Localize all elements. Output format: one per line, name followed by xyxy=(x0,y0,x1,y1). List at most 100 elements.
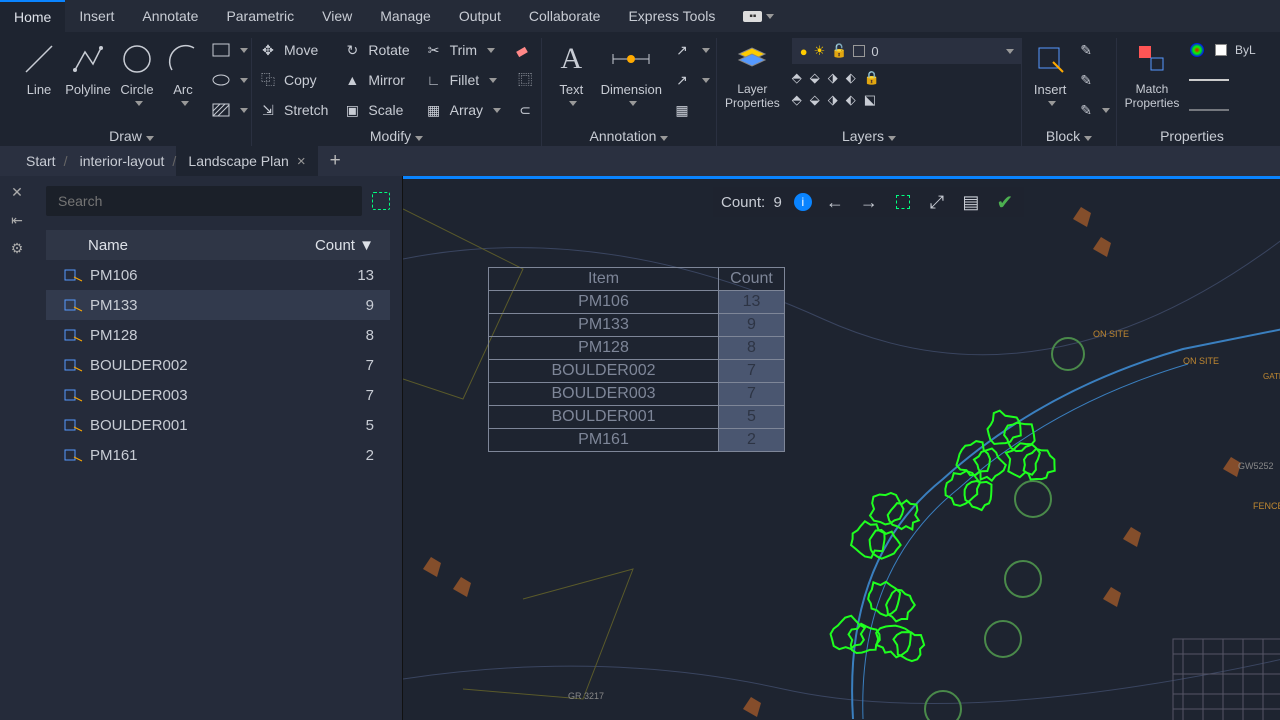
menu-tab-collaborate[interactable]: Collaborate xyxy=(515,0,615,32)
row-name: PM106 xyxy=(90,267,357,284)
menu-tab-output[interactable]: Output xyxy=(445,0,515,32)
tool-move[interactable]: ✥Move xyxy=(258,38,328,62)
tool-offset[interactable]: ⊂ xyxy=(515,98,535,122)
tool-table[interactable]: ▦ xyxy=(672,98,710,122)
tool-text-label: Text xyxy=(559,82,583,97)
tool-stretch[interactable]: ⇲Stretch xyxy=(258,98,328,122)
layer-tool-7[interactable]: ⬙ xyxy=(810,92,820,108)
tool-rotate[interactable]: ↻Rotate xyxy=(342,38,409,62)
tool-dimension[interactable]: Dimension xyxy=(599,38,664,108)
menu-tab-annotate[interactable]: Annotate xyxy=(128,0,212,32)
panel-settings-icon[interactable]: ⚙ xyxy=(9,240,25,256)
tool-leader2[interactable]: ↗ xyxy=(672,68,710,92)
tool-match-props[interactable]: Match Properties xyxy=(1123,38,1181,112)
prev-arrow-icon[interactable]: ← xyxy=(824,191,846,213)
panel-collapse-icon[interactable]: ⇤ xyxy=(9,212,25,228)
list-row[interactable]: BOULDER0027 xyxy=(46,350,390,380)
list-row[interactable]: BOULDER0015 xyxy=(46,410,390,440)
count-label: Count: 9 xyxy=(721,194,782,211)
list-row[interactable]: PM1288 xyxy=(46,320,390,350)
tool-circle[interactable]: Circle xyxy=(116,38,158,108)
next-arrow-icon[interactable]: → xyxy=(858,191,880,213)
info-icon[interactable]: i xyxy=(794,193,812,211)
layer-tool-5[interactable]: 🔒 xyxy=(864,70,880,86)
layer-tool-1[interactable]: ⬘ xyxy=(792,70,802,86)
panel-close-icon[interactable]: ✕ xyxy=(9,184,25,200)
doc-tab-start[interactable]: Start xyxy=(14,146,68,176)
filter-icon[interactable]: ⤢ xyxy=(926,191,948,213)
menu-tab-home[interactable]: Home xyxy=(0,0,65,32)
layer-tool-9[interactable]: ⬖ xyxy=(846,92,856,108)
tool-line[interactable]: Line xyxy=(18,38,60,99)
menu-tab-view[interactable]: View xyxy=(308,0,366,32)
prop-linetype[interactable] xyxy=(1189,98,1256,122)
list-row[interactable]: PM10613 xyxy=(46,260,390,290)
ribbon-group-props: Match Properties ByL Properties xyxy=(1117,38,1267,146)
ribbon-group-draw: Line Polyline Circle Arc Draw xyxy=(12,38,252,146)
tool-erase[interactable] xyxy=(515,38,535,62)
menu-tab-manage[interactable]: Manage xyxy=(366,0,445,32)
layer-tool-6[interactable]: ⬘ xyxy=(792,92,802,108)
tool-arc[interactable]: Arc xyxy=(162,38,204,108)
ct-item: PM128 xyxy=(489,337,719,360)
doc-tab-interior[interactable]: interior-layout xyxy=(68,146,177,176)
block-icon xyxy=(64,357,84,373)
ct-item: PM106 xyxy=(489,291,719,314)
ct-count: 7 xyxy=(719,383,785,406)
tool-fillet[interactable]: ∟Fillet xyxy=(424,68,501,92)
layer-tool-8[interactable]: ⬗ xyxy=(828,92,838,108)
ribbon-group-block: Insert ✎ ✎ ✎ Block xyxy=(1022,38,1117,146)
content-area: ✕ ⇤ ⚙ Name Count ▼ PM10613PM1339PM1288BO… xyxy=(0,176,1280,720)
prop-lineweight[interactable] xyxy=(1189,68,1256,92)
insert-table-icon[interactable]: ▤ xyxy=(960,191,982,213)
tool-match-label: Match Properties xyxy=(1125,82,1180,110)
menu-tab-express[interactable]: Express Tools xyxy=(614,0,729,32)
onsite-label: ON SITE xyxy=(1093,329,1129,339)
tool-edit[interactable]: ✎ xyxy=(1080,68,1110,92)
tool-attr[interactable]: ✎ xyxy=(1080,98,1110,122)
layer-tool-10[interactable]: ⬕ xyxy=(864,92,876,108)
menu-tab-extra[interactable]: ▪▪ xyxy=(729,0,788,32)
drawing-canvas[interactable]: ON SITE ON SITE FENCE GATE GW5252 GR 321… xyxy=(403,176,1280,720)
group-label-layers: Layers xyxy=(723,122,1015,146)
doc-tab-landscape[interactable]: Landscape Plan× xyxy=(176,146,317,176)
new-tab-button[interactable]: + xyxy=(318,150,353,172)
tool-copy[interactable]: ⿻Copy xyxy=(258,68,328,92)
lock-icon: 🔓 xyxy=(831,43,847,59)
close-icon[interactable]: × xyxy=(297,153,306,170)
list-row[interactable]: PM1612 xyxy=(46,440,390,470)
layer-dropdown[interactable]: ● ☀ 🔓 0 xyxy=(792,38,1022,64)
tool-text[interactable]: AText xyxy=(548,38,595,108)
tool-array[interactable]: ▦Array xyxy=(424,98,501,122)
layer-tool-3[interactable]: ⬗ xyxy=(828,70,838,86)
confirm-icon[interactable]: ✔ xyxy=(994,191,1016,213)
tool-insert[interactable]: Insert xyxy=(1028,38,1072,108)
prop-color[interactable]: ByL xyxy=(1189,38,1256,62)
list-row[interactable]: BOULDER0037 xyxy=(46,380,390,410)
tool-leader[interactable]: ↗ xyxy=(672,38,710,62)
tool-trim[interactable]: ✂Trim xyxy=(424,38,501,62)
list-row[interactable]: PM1339 xyxy=(46,290,390,320)
tool-layer-props[interactable]: Layer Properties xyxy=(723,38,782,112)
tool-explode[interactable]: ⿴ xyxy=(515,68,535,92)
count-toolbar: Count: 9 i ← → ⤢ ▤ ✔ xyxy=(713,187,1024,217)
tool-lp-label: Layer Properties xyxy=(725,82,780,110)
search-input[interactable] xyxy=(46,186,362,216)
tool-rect[interactable] xyxy=(212,38,248,62)
tool-mirror[interactable]: ▲Mirror xyxy=(342,68,409,92)
selection-icon[interactable] xyxy=(372,192,390,210)
row-count: 13 xyxy=(357,267,374,284)
tool-create[interactable]: ✎ xyxy=(1080,38,1110,62)
row-name: PM128 xyxy=(90,327,366,344)
menu-tab-insert[interactable]: Insert xyxy=(65,0,128,32)
layer-tool-4[interactable]: ⬖ xyxy=(846,70,856,86)
tool-polyline[interactable]: Polyline xyxy=(64,38,112,99)
tool-scale[interactable]: ▣Scale xyxy=(342,98,409,122)
list-header[interactable]: Name Count ▼ xyxy=(46,230,390,260)
tool-hatch[interactable] xyxy=(212,98,248,122)
layer-tool-2[interactable]: ⬙ xyxy=(810,70,820,86)
tool-ellipse[interactable] xyxy=(212,68,248,92)
zoom-extents-icon[interactable] xyxy=(892,191,914,213)
menu-tab-parametric[interactable]: Parametric xyxy=(212,0,308,32)
ribbon-group-modify: ✥Move ⿻Copy ⇲Stretch ↻Rotate ▲Mirror ▣Sc… xyxy=(252,38,542,146)
